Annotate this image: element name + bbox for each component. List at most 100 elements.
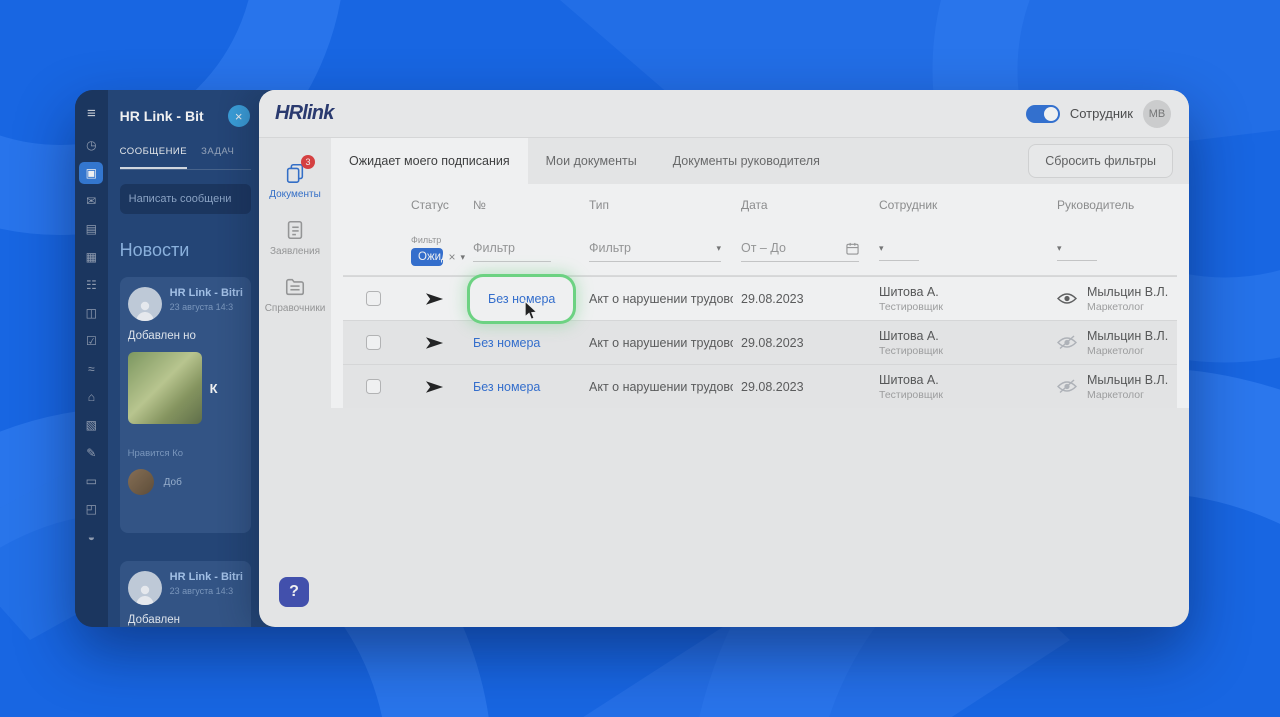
document-type: Акт о нарушении трудово...	[589, 379, 733, 394]
type-filter-placeholder: Фильтр	[589, 241, 631, 255]
post-author[interactable]: HR Link - Bitri	[170, 571, 243, 583]
references-icon	[285, 278, 305, 296]
tab-manager-documents[interactable]: Документы руководителя	[655, 138, 838, 184]
user-avatar[interactable]: МВ	[1143, 99, 1171, 128]
hrlink-topbar: HRlink Сотрудник МВ	[259, 90, 1189, 138]
bitrix-icon-rail: ≡ ◷ ▣ ✉ ▤ ▦ ☷ ◫ ☑ ≈ ⌂ ▧ ✎ ▭ ◰ ◒	[75, 90, 108, 627]
hrlink-logo: HRlink	[275, 102, 334, 124]
feed-icon[interactable]: ▤	[79, 218, 103, 240]
bitrix-messenger: HR Link - Bit × СООБЩЕНИЕ ЗАДАЧ Написать…	[108, 90, 259, 627]
news-post[interactable]: HR Link - Bitri 23 августа 14:3 Добавлен…	[119, 277, 251, 533]
reset-filters-button[interactable]: Сбросить фильтры	[1028, 144, 1173, 178]
eye-visible-icon[interactable]	[1057, 291, 1077, 306]
sidebar-item-references[interactable]: Справочники	[259, 266, 331, 323]
tab-my-documents[interactable]: Мои документы	[528, 138, 655, 184]
documents-tabs: Ожидает моего подписания Мои документы Д…	[331, 138, 1189, 184]
awaiting-signature-icon	[425, 380, 443, 393]
empty-area	[331, 408, 1189, 627]
document-number-link[interactable]: Без номера	[473, 380, 540, 394]
bitrix-tabs: СООБЩЕНИЕ ЗАДАЧ	[119, 146, 251, 170]
sites-icon[interactable]: ▧	[79, 414, 103, 436]
tab-messages[interactable]: СООБЩЕНИЕ	[119, 146, 188, 169]
help-button[interactable]: ?	[279, 577, 309, 607]
post-time: 23 августа 14:3	[169, 302, 234, 312]
drive-icon[interactable]: ◫	[79, 302, 103, 324]
table-row[interactable]: Без номера Акт о нарушении трудово... 29…	[343, 364, 1177, 408]
col-manager: Руководитель	[1057, 198, 1135, 212]
news-post-2[interactable]: HR Link - Bitri 23 августа 14:3 Добавлен	[119, 561, 251, 627]
col-employee: Сотрудник	[879, 198, 938, 212]
awaiting-signature-icon	[425, 336, 443, 349]
hrlink-sidebar: 3 Документы Заявления Справочники ?	[259, 138, 331, 627]
employee-filter-select[interactable]: ▾	[879, 241, 919, 261]
menu-icon[interactable]: ≡	[79, 102, 103, 124]
manager-role: Маркетолог	[1087, 388, 1144, 401]
post-author[interactable]: HR Link - Bitri	[170, 287, 243, 299]
document-type: Акт о нарушении трудово...	[589, 291, 733, 306]
messenger-icon[interactable]: ▣	[79, 162, 104, 184]
eye-hidden-icon[interactable]	[1057, 335, 1077, 350]
apps-icon[interactable]: ▭	[79, 470, 103, 492]
number-filter-input[interactable]: Фильтр	[473, 239, 551, 262]
clock-icon[interactable]: ◷	[79, 134, 103, 156]
mail-icon[interactable]: ✉	[79, 190, 103, 212]
type-filter-select[interactable]: Фильтр ▾	[589, 239, 721, 262]
documents-table: Статус № Тип Дата Сотрудник Руководитель…	[331, 184, 1189, 408]
sidebar-item-applications[interactable]: Заявления	[259, 209, 331, 266]
comment-text: Доб	[163, 476, 182, 488]
employee-role: Тестировщик	[879, 388, 943, 401]
calendar-icon[interactable]: ▦	[79, 246, 103, 268]
checklist-icon[interactable]: ☑	[79, 330, 103, 352]
hrlink-panel: HRlink Сотрудник МВ 3 Документы Заявлени…	[259, 90, 1189, 627]
remove-filter-icon[interactable]: ×	[448, 250, 455, 264]
settings-icon[interactable]: ◒	[79, 526, 103, 548]
manager-filter-select[interactable]: ▾	[1057, 241, 1097, 261]
date-filter-input[interactable]: От – До	[741, 239, 859, 262]
highlighted-click-target[interactable]: Без номера	[473, 279, 571, 320]
row-checkbox[interactable]	[365, 335, 381, 350]
manager-name: Мыльцин В.Л.	[1087, 372, 1169, 387]
tab-awaiting-signature[interactable]: Ожидает моего подписания	[331, 138, 528, 184]
employee-role: Тестировщик	[879, 344, 943, 357]
tasks-icon[interactable]: ☷	[79, 274, 103, 296]
sidebar-label-references: Справочники	[264, 303, 326, 314]
message-input[interactable]: Написать сообщени	[119, 184, 251, 214]
chevron-down-icon: ▾	[1057, 242, 1062, 253]
close-icon[interactable]: ×	[227, 105, 250, 127]
table-row[interactable]: Без номера Акт о нарушении трудово... 29…	[343, 320, 1177, 364]
role-toggle[interactable]	[1025, 104, 1060, 123]
employee-name: Шитова А.	[879, 328, 939, 343]
status-filter-chip[interactable]: Ожидает...	[411, 248, 444, 266]
employee-name: Шитова А.	[879, 284, 939, 299]
col-status: Статус	[411, 198, 449, 212]
table-row[interactable]: Без номера Акт о нарушении трудово... 29…	[343, 276, 1177, 320]
market-icon[interactable]: ◰	[79, 498, 103, 520]
row-checkbox[interactable]	[365, 379, 381, 394]
post-photo[interactable]	[127, 352, 202, 424]
edit-icon[interactable]: ✎	[79, 442, 103, 464]
col-date: Дата	[741, 198, 768, 212]
app-window: ≡ ◷ ▣ ✉ ▤ ▦ ☷ ◫ ☑ ≈ ⌂ ▧ ✎ ▭ ◰ ◒ HR Link …	[75, 90, 1189, 627]
post-likes[interactable]: Нравится Ко	[128, 448, 243, 459]
manager-role: Маркетолог	[1087, 344, 1144, 357]
document-date: 29.08.2023	[741, 291, 804, 306]
sidebar-item-documents[interactable]: 3 Документы	[259, 152, 331, 209]
row-checkbox[interactable]	[365, 291, 381, 306]
bitrix-chat-title: HR Link - Bit	[119, 108, 204, 124]
document-number-link[interactable]: Без номера	[473, 336, 540, 350]
company-icon[interactable]: ⌂	[79, 386, 103, 408]
tab-tasks[interactable]: ЗАДАЧ	[201, 146, 234, 169]
avatar	[127, 287, 162, 321]
calendar-icon[interactable]	[846, 242, 859, 255]
post-time: 23 августа 14:3	[169, 586, 234, 596]
employee-role: Тестировщик	[879, 300, 943, 313]
crm-icon[interactable]: ≈	[79, 358, 103, 380]
filter-row: Фильтр Ожидает... × ▾ Фильтр Фильтр ▾	[343, 226, 1177, 276]
post-text: Добавлен но	[127, 330, 196, 342]
awaiting-signature-icon	[425, 292, 443, 305]
sidebar-label-documents: Документы	[269, 189, 321, 200]
employee-name: Шитова А.	[879, 372, 939, 387]
chevron-down-icon: ▾	[879, 242, 884, 253]
eye-hidden-icon[interactable]	[1057, 379, 1077, 394]
filter-caption: Фильтр	[411, 235, 442, 245]
